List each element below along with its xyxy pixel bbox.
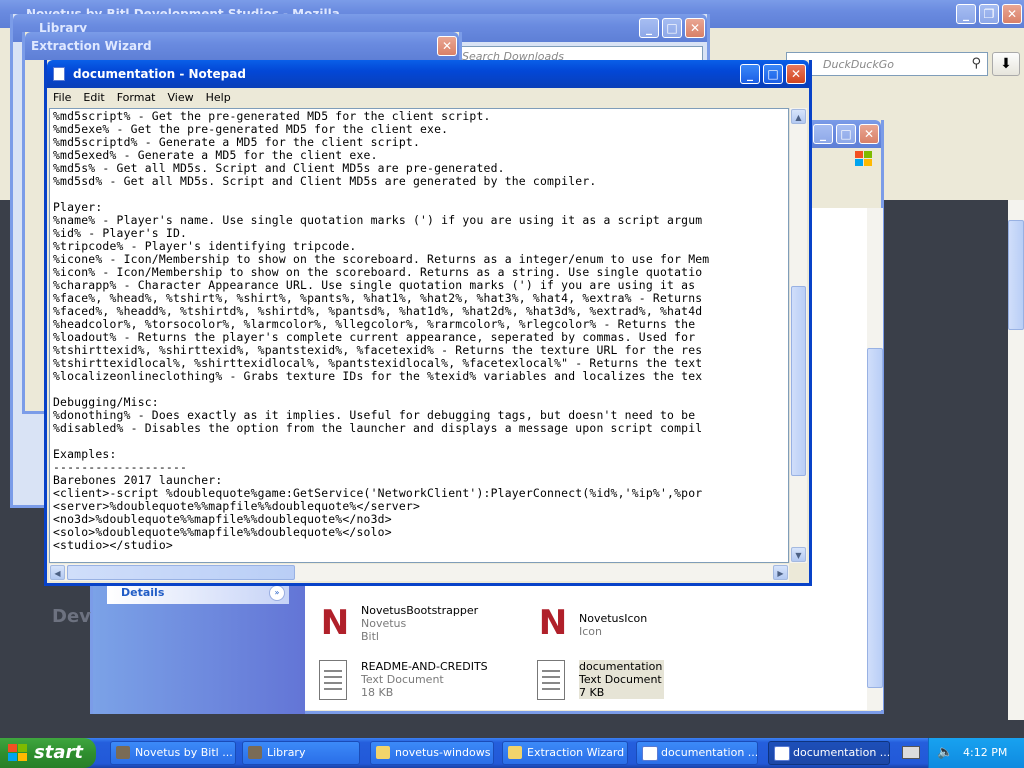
wizard-title: Extraction Wizard xyxy=(31,39,152,53)
file-item[interactable]: README-AND-CREDITS Text Document 18 KB xyxy=(315,660,515,704)
menu-file[interactable]: File xyxy=(47,88,77,104)
file-type: Text Document xyxy=(579,673,662,686)
notepad-icon xyxy=(53,67,65,81)
file-item[interactable]: N NovetusIcon Icon xyxy=(533,604,733,646)
notepad-menubar: File Edit Format View Help xyxy=(47,88,809,108)
windows-flag-icon xyxy=(8,744,28,762)
notepad-icon xyxy=(774,746,790,761)
file-name: NovetusBootstrapper xyxy=(361,604,479,617)
file-detail: Bitl xyxy=(361,630,379,643)
explorer-maximize-button[interactable]: □ xyxy=(836,124,856,144)
explorer-minimize-button[interactable]: _ xyxy=(813,124,833,144)
wizard-titlebar: Extraction Wizard ✕ xyxy=(25,32,459,60)
file-item[interactable]: N NovetusBootstrapper Novetus Bitl xyxy=(315,604,515,646)
folder-icon xyxy=(508,746,522,759)
chevron-down-icon[interactable]: » xyxy=(269,585,285,601)
file-type: Text Document xyxy=(361,673,444,686)
file-type: Icon xyxy=(579,625,602,638)
browser-vscroll-thumb[interactable] xyxy=(1008,220,1024,330)
notepad-hscroll-thumb[interactable] xyxy=(67,565,295,580)
browser-maximize-button[interactable]: ❐ xyxy=(979,4,999,24)
browser-minimize-button[interactable]: _ xyxy=(956,4,976,24)
file-type: Novetus xyxy=(361,617,407,630)
taskbar-item-label: Extraction Wizard xyxy=(527,746,625,759)
scroll-left-button[interactable]: ◀ xyxy=(50,565,65,580)
menu-edit[interactable]: Edit xyxy=(77,88,110,104)
library-icon xyxy=(248,746,262,759)
scroll-up-button[interactable]: ▲ xyxy=(791,109,806,124)
taskbar-item-label: Library xyxy=(267,746,306,759)
notepad-vscroll[interactable]: ▲ ▼ xyxy=(789,108,807,563)
taskbar-item-label: novetus-windows xyxy=(395,746,491,759)
browser-search-box[interactable]: ◉ DuckDuckGo ⚲ xyxy=(786,52,988,76)
library-maximize-button[interactable]: □ xyxy=(662,18,682,38)
taskbar-item-browser[interactable]: Novetus by Bitl ... xyxy=(110,741,236,765)
taskbar-item-label: Novetus by Bitl ... xyxy=(135,746,233,759)
taskbar-item-label: documentation ... xyxy=(661,746,758,759)
wizard-close-button[interactable]: ✕ xyxy=(437,36,457,56)
notepad-minimize-button[interactable]: _ xyxy=(740,64,760,84)
browser-icon xyxy=(116,746,130,759)
notepad-icon xyxy=(642,746,658,761)
volume-icon[interactable]: 🔈 xyxy=(937,738,953,768)
keyboard-icon[interactable] xyxy=(902,746,920,759)
downloads-button[interactable]: ⬇ xyxy=(992,52,1020,76)
folder-icon xyxy=(376,746,390,759)
taskbar-item-library[interactable]: Library xyxy=(242,741,360,765)
clock: 4:12 PM xyxy=(963,746,1008,759)
notepad-window: documentation - Notepad _ □ ✕ File Edit Fo… xyxy=(44,60,812,586)
explorer-close-button[interactable]: ✕ xyxy=(859,124,879,144)
novetus-n-icon: N xyxy=(320,603,350,643)
browser-vscroll[interactable] xyxy=(1008,200,1024,720)
system-tray: 🔈 4:12 PM xyxy=(928,738,1024,768)
file-detail: 18 KB xyxy=(361,686,394,699)
browser-close-button[interactable]: ✕ xyxy=(1002,4,1022,24)
notepad-hscroll[interactable]: ◀ ▶ xyxy=(49,564,789,581)
file-name: documentation xyxy=(579,660,663,673)
taskbar-item-documentation-1[interactable]: documentation ... xyxy=(636,741,758,765)
library-minimize-button[interactable]: _ xyxy=(639,18,659,38)
scroll-down-button[interactable]: ▼ xyxy=(791,547,806,562)
taskbar-item-documentation-2[interactable]: documentation ... xyxy=(768,741,890,765)
download-arrow-icon: ⬇ xyxy=(1000,56,1012,72)
taskbar-item-label: documentation ... xyxy=(793,746,890,759)
notepad-text: %md5script% - Get the pre-generated MD5 … xyxy=(53,109,710,552)
resize-grip[interactable] xyxy=(790,564,807,581)
start-button[interactable]: start xyxy=(0,738,96,768)
windows-logo-icon xyxy=(853,148,875,170)
taskbar-item-extraction-wizard[interactable]: Extraction Wizard xyxy=(502,741,628,765)
scroll-right-button[interactable]: ▶ xyxy=(773,565,788,580)
taskbar-item-novetus-windows[interactable]: novetus-windows xyxy=(370,741,494,765)
start-label: start xyxy=(34,742,83,763)
notepad-titlebar: documentation - Notepad _ □ ✕ xyxy=(47,60,809,88)
text-document-icon xyxy=(537,660,565,700)
menu-help[interactable]: Help xyxy=(200,88,237,104)
notepad-vscroll-thumb[interactable] xyxy=(791,286,806,476)
menu-view[interactable]: View xyxy=(162,88,200,104)
file-detail: 7 KB xyxy=(579,686,605,699)
notepad-title: documentation - Notepad xyxy=(73,67,246,81)
notepad-maximize-button[interactable]: □ xyxy=(763,64,783,84)
library-close-button[interactable]: ✕ xyxy=(685,18,705,38)
notepad-text-area[interactable]: %md5script% - Get the pre-generated MD5 … xyxy=(49,108,789,563)
explorer-vscroll[interactable] xyxy=(867,208,883,710)
novetus-n-icon: N xyxy=(538,603,568,643)
menu-format[interactable]: Format xyxy=(111,88,162,104)
notepad-close-button[interactable]: ✕ xyxy=(786,64,806,84)
details-label: Details xyxy=(121,586,165,599)
search-placeholder: DuckDuckGo xyxy=(823,58,894,71)
file-name: NovetusIcon xyxy=(579,612,648,625)
file-name: README-AND-CREDITS xyxy=(361,660,488,673)
taskbar: start Novetus by Bitl ... Library novetu… xyxy=(0,738,1024,768)
background-dev-text: Dev xyxy=(52,606,91,627)
explorer-vscroll-thumb[interactable] xyxy=(867,348,883,688)
search-icon[interactable]: ⚲ xyxy=(971,56,981,71)
file-item-selected[interactable]: documentation Text Document 7 KB xyxy=(533,660,733,704)
text-document-icon xyxy=(319,660,347,700)
